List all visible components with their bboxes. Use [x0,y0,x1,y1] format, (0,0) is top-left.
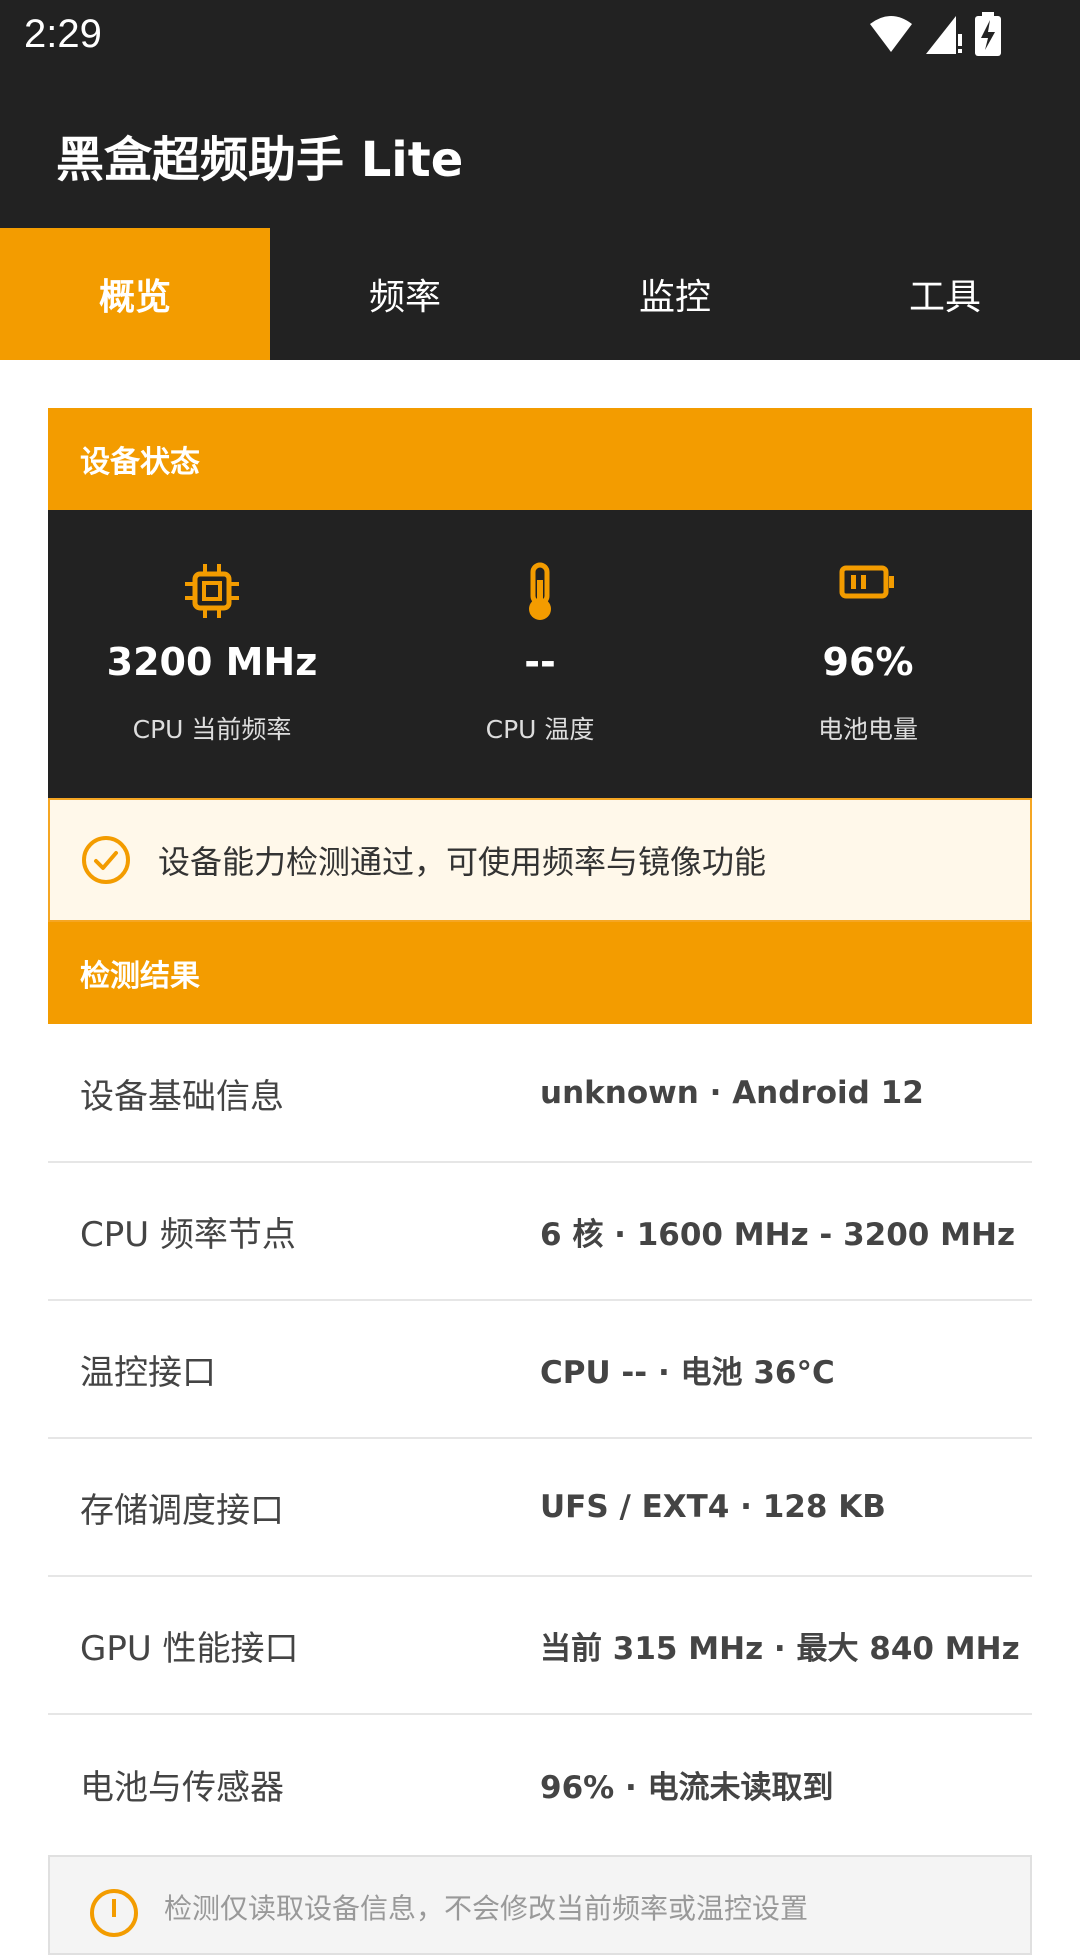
cpu-chip-icon [185,564,239,618]
status-time: 2:29 [24,12,102,56]
stat-label: CPU 温度 [485,715,595,744]
table-row: 存储调度接口 UFS / EXT4 · 128 KB [48,1439,1032,1577]
app-title: 黑盒超频助手 Lite [56,132,464,188]
check-circle-icon [82,836,130,884]
capability-notice: 设备能力检测通过，可使用频率与镜像功能 [48,798,1032,922]
app-bar: 黑盒超频助手 Lite [0,72,1080,228]
row-value: 6 核 · 1600 MHz - 3200 MHz [540,1216,1015,1253]
device-status-panel: 3200 MHz CPU 当前频率 -- CPU 温度 96% 电池电量 [48,510,1032,798]
wifi-icon [870,16,912,52]
tab-overview[interactable]: 概览 [0,228,270,360]
row-key: CPU 频率节点 [80,1214,296,1255]
row-key: 温控接口 [80,1352,216,1393]
signal-icon [926,16,962,54]
row-key: GPU 性能接口 [80,1628,299,1669]
stat-cpu-frequency: 3200 MHz CPU 当前频率 [48,510,376,798]
row-value: UFS / EXT4 · 128 KB [540,1489,886,1525]
info-circle-icon [90,1889,138,1937]
row-value: unknown · Android 12 [540,1075,924,1111]
row-key: 存储调度接口 [80,1490,284,1531]
status-bar: 2:29 [0,0,1080,72]
row-key: 设备基础信息 [80,1076,284,1117]
tab-bar: 概览 频率 监控 工具 [0,228,1080,360]
stat-cpu-temperature: -- CPU 温度 [376,510,704,798]
table-row: 设备基础信息 unknown · Android 12 [48,1025,1032,1163]
battery-icon [839,565,894,599]
table-row: CPU 频率节点 6 核 · 1600 MHz - 3200 MHz [48,1163,1032,1301]
stat-battery-level: 96% 电池电量 [704,510,1032,798]
stat-value: -- [524,640,556,684]
battery-charging-icon [975,12,1001,56]
table-row: 电池与传感器 96% · 电流未读取到 [48,1715,1032,1853]
tab-tools[interactable]: 工具 [810,228,1080,360]
row-value: 当前 315 MHz · 最大 840 MHz [540,1630,1020,1667]
tab-monitor[interactable]: 监控 [540,228,810,360]
device-status-header: 设备状态 [48,408,1032,510]
row-value: CPU -- · 电池 36°C [540,1354,835,1391]
tab-frequency[interactable]: 频率 [270,228,540,360]
capability-notice-text: 设备能力检测通过，可使用频率与镜像功能 [158,843,767,881]
table-row: GPU 性能接口 当前 315 MHz · 最大 840 MHz [48,1577,1032,1715]
detection-header: 检测结果 [48,922,1032,1024]
table-row: 温控接口 CPU -- · 电池 36°C [48,1301,1032,1439]
thermometer-icon [529,562,551,620]
stat-label: 电池电量 [817,715,918,744]
row-key: 电池与传感器 [80,1767,284,1808]
info-notice: 检测仅读取设备信息，不会修改当前频率或温控设置 [48,1855,1032,1955]
stat-label: CPU 当前频率 [132,715,292,744]
info-notice-text: 检测仅读取设备信息，不会修改当前频率或温控设置 [164,1892,809,1925]
stat-value: 3200 MHz [106,640,318,684]
stat-value: 96% [822,640,914,684]
row-value: 96% · 电流未读取到 [540,1769,834,1806]
